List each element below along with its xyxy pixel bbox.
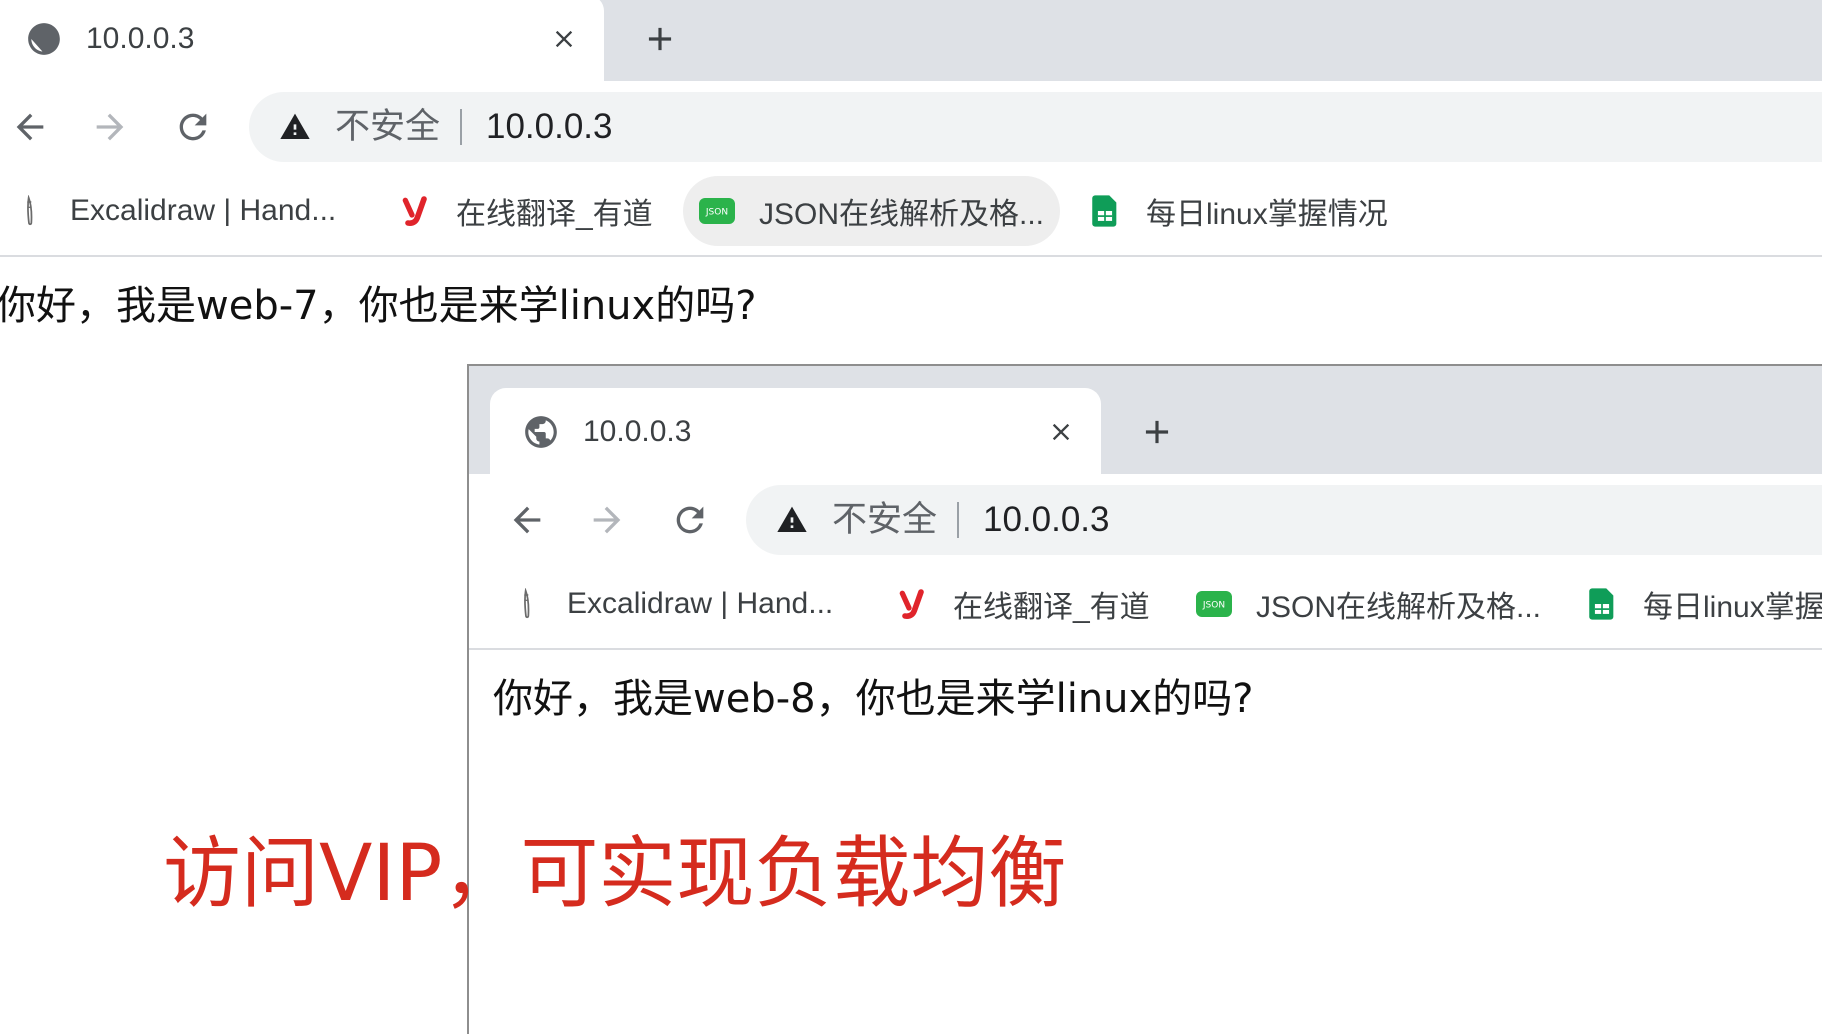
youdao-icon: [400, 195, 432, 227]
security-label[interactable]: 不安全: [335, 92, 440, 162]
json-logo-text: JSON: [1202, 601, 1225, 611]
reload-icon: [179, 113, 207, 141]
browser-window-front: 10.0.0.3 不安全 10.0.0.3 Excalidraw | Hand.…: [467, 364, 1822, 1034]
bookmarks-bar: Excalidraw | Hand... 在线翻译_有道 JSON JSON在线…: [0, 167, 1822, 257]
bookmark-label: JSON在线解析及格...: [759, 198, 1045, 231]
close-icon: [555, 30, 573, 48]
tab-title: 10.0.0.3: [583, 415, 692, 448]
bookmark-youdao[interactable]: 在线翻译_有道: [897, 560, 1150, 648]
address-bar[interactable]: 不安全 10.0.0.3: [746, 485, 1822, 555]
new-tab-button[interactable]: [1138, 413, 1176, 451]
overlay-caption: 访问VIP，可实现负载均衡: [163, 829, 1067, 919]
bookmark-label: Excalidraw | Hand...: [567, 587, 834, 620]
tab-strip: 10.0.0.3: [469, 366, 1822, 474]
warning-icon[interactable]: [279, 111, 311, 143]
bookmark-label: 每日linux掌握情况: [1643, 591, 1822, 624]
bookmark-label: JSON在线解析及格...: [1256, 591, 1542, 624]
bookmark-json[interactable]: JSON JSON在线解析及格...: [1180, 569, 1557, 639]
address-bar[interactable]: 不安全 10.0.0.3: [249, 92, 1822, 162]
tab-strip: 10.0.0.3: [0, 0, 1822, 81]
back-button[interactable]: [10, 107, 50, 147]
bookmark-json[interactable]: JSON JSON在线解析及格...: [683, 176, 1061, 246]
reload-button[interactable]: [173, 107, 213, 147]
plus-icon: [1145, 420, 1169, 444]
bookmarks-bar: Excalidraw | Hand... 在线翻译_有道 JSON JSON在线…: [469, 560, 1822, 650]
excalidraw-icon: [14, 195, 46, 227]
address-separator: [957, 502, 959, 538]
json-icon: JSON: [1196, 591, 1232, 617]
new-tab-button[interactable]: [641, 20, 679, 58]
back-button[interactable]: [507, 500, 547, 540]
tab-close-button[interactable]: [550, 25, 578, 53]
address-separator: [460, 109, 462, 145]
excalidraw-icon: [511, 588, 543, 620]
security-label[interactable]: 不安全: [832, 485, 937, 555]
json-icon: JSON: [699, 198, 735, 224]
bookmark-sheets[interactable]: 每日linux掌握情况: [1088, 167, 1388, 255]
forward-button[interactable]: [587, 500, 627, 540]
bookmark-label: 每日linux掌握情况: [1146, 198, 1388, 231]
toolbar: 不安全 10.0.0.3: [469, 474, 1822, 560]
bookmark-excalidraw[interactable]: Excalidraw | Hand...: [511, 560, 833, 648]
page-text: 你好，我是web-7，你也是来学linux的吗?: [0, 283, 757, 329]
close-icon: [1052, 423, 1070, 441]
globe-icon: [522, 413, 560, 451]
sheets-icon: [1088, 194, 1122, 228]
url-text[interactable]: 10.0.0.3: [486, 92, 613, 162]
bookmark-youdao[interactable]: 在线翻译_有道: [400, 167, 653, 255]
youdao-icon: [897, 588, 929, 620]
toolbar: 不安全 10.0.0.3: [0, 81, 1822, 167]
bookmark-sheets[interactable]: 每日linux掌握情况: [1585, 560, 1822, 648]
arrow-right-icon: [96, 113, 124, 141]
page-text: 你好，我是web-8，你也是来学linux的吗?: [493, 676, 1254, 722]
reload-button[interactable]: [670, 500, 710, 540]
bookmark-label: 在线翻译_有道: [456, 198, 653, 231]
tab-active[interactable]: 10.0.0.3: [0, 0, 604, 81]
tab-active[interactable]: 10.0.0.3: [490, 388, 1101, 474]
bookmark-label: 在线翻译_有道: [953, 591, 1150, 624]
reload-icon: [676, 506, 704, 534]
url-text[interactable]: 10.0.0.3: [983, 485, 1110, 555]
globe-icon: [25, 20, 63, 58]
arrow-right-icon: [593, 506, 621, 534]
sheets-icon: [1585, 587, 1619, 621]
arrow-left-icon: [16, 113, 44, 141]
browser-frame: 10.0.0.3 不安全 10.0.0.3 Excalidraw | Hand.…: [469, 366, 1822, 1034]
forward-button[interactable]: [90, 107, 130, 147]
bookmark-label: Excalidraw | Hand...: [70, 194, 337, 227]
tab-close-button[interactable]: [1047, 418, 1075, 446]
tab-title: 10.0.0.3: [86, 22, 195, 55]
arrow-left-icon: [513, 506, 541, 534]
json-logo-text: JSON: [705, 208, 728, 218]
warning-icon[interactable]: [776, 504, 808, 536]
bookmark-excalidraw[interactable]: Excalidraw | Hand...: [14, 167, 336, 255]
plus-icon: [648, 27, 672, 51]
